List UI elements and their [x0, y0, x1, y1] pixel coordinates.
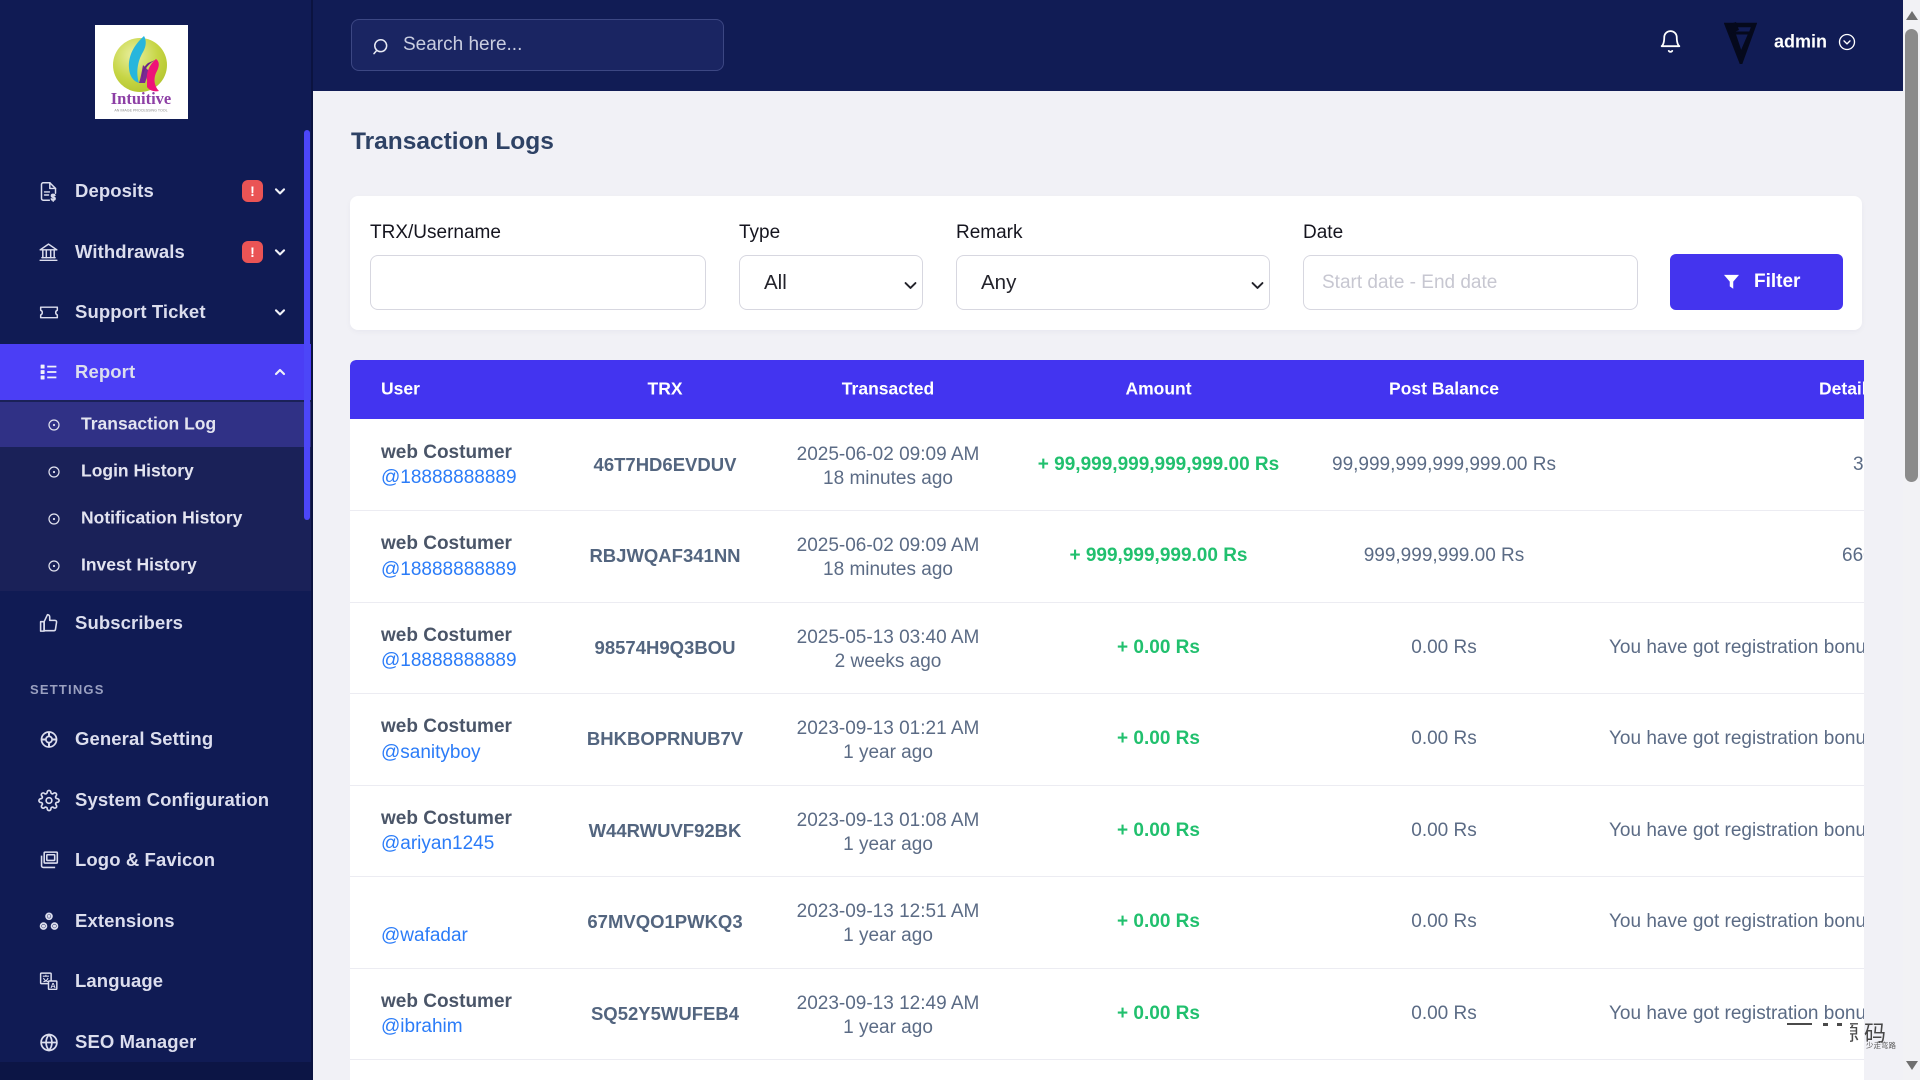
svg-text:A: A	[50, 981, 56, 990]
svg-text:AN IMAGE PROCESSING TOOL: AN IMAGE PROCESSING TOOL	[114, 109, 167, 113]
svg-text:$: $	[51, 193, 56, 203]
svg-text:Intuitive: Intuitive	[111, 89, 172, 108]
